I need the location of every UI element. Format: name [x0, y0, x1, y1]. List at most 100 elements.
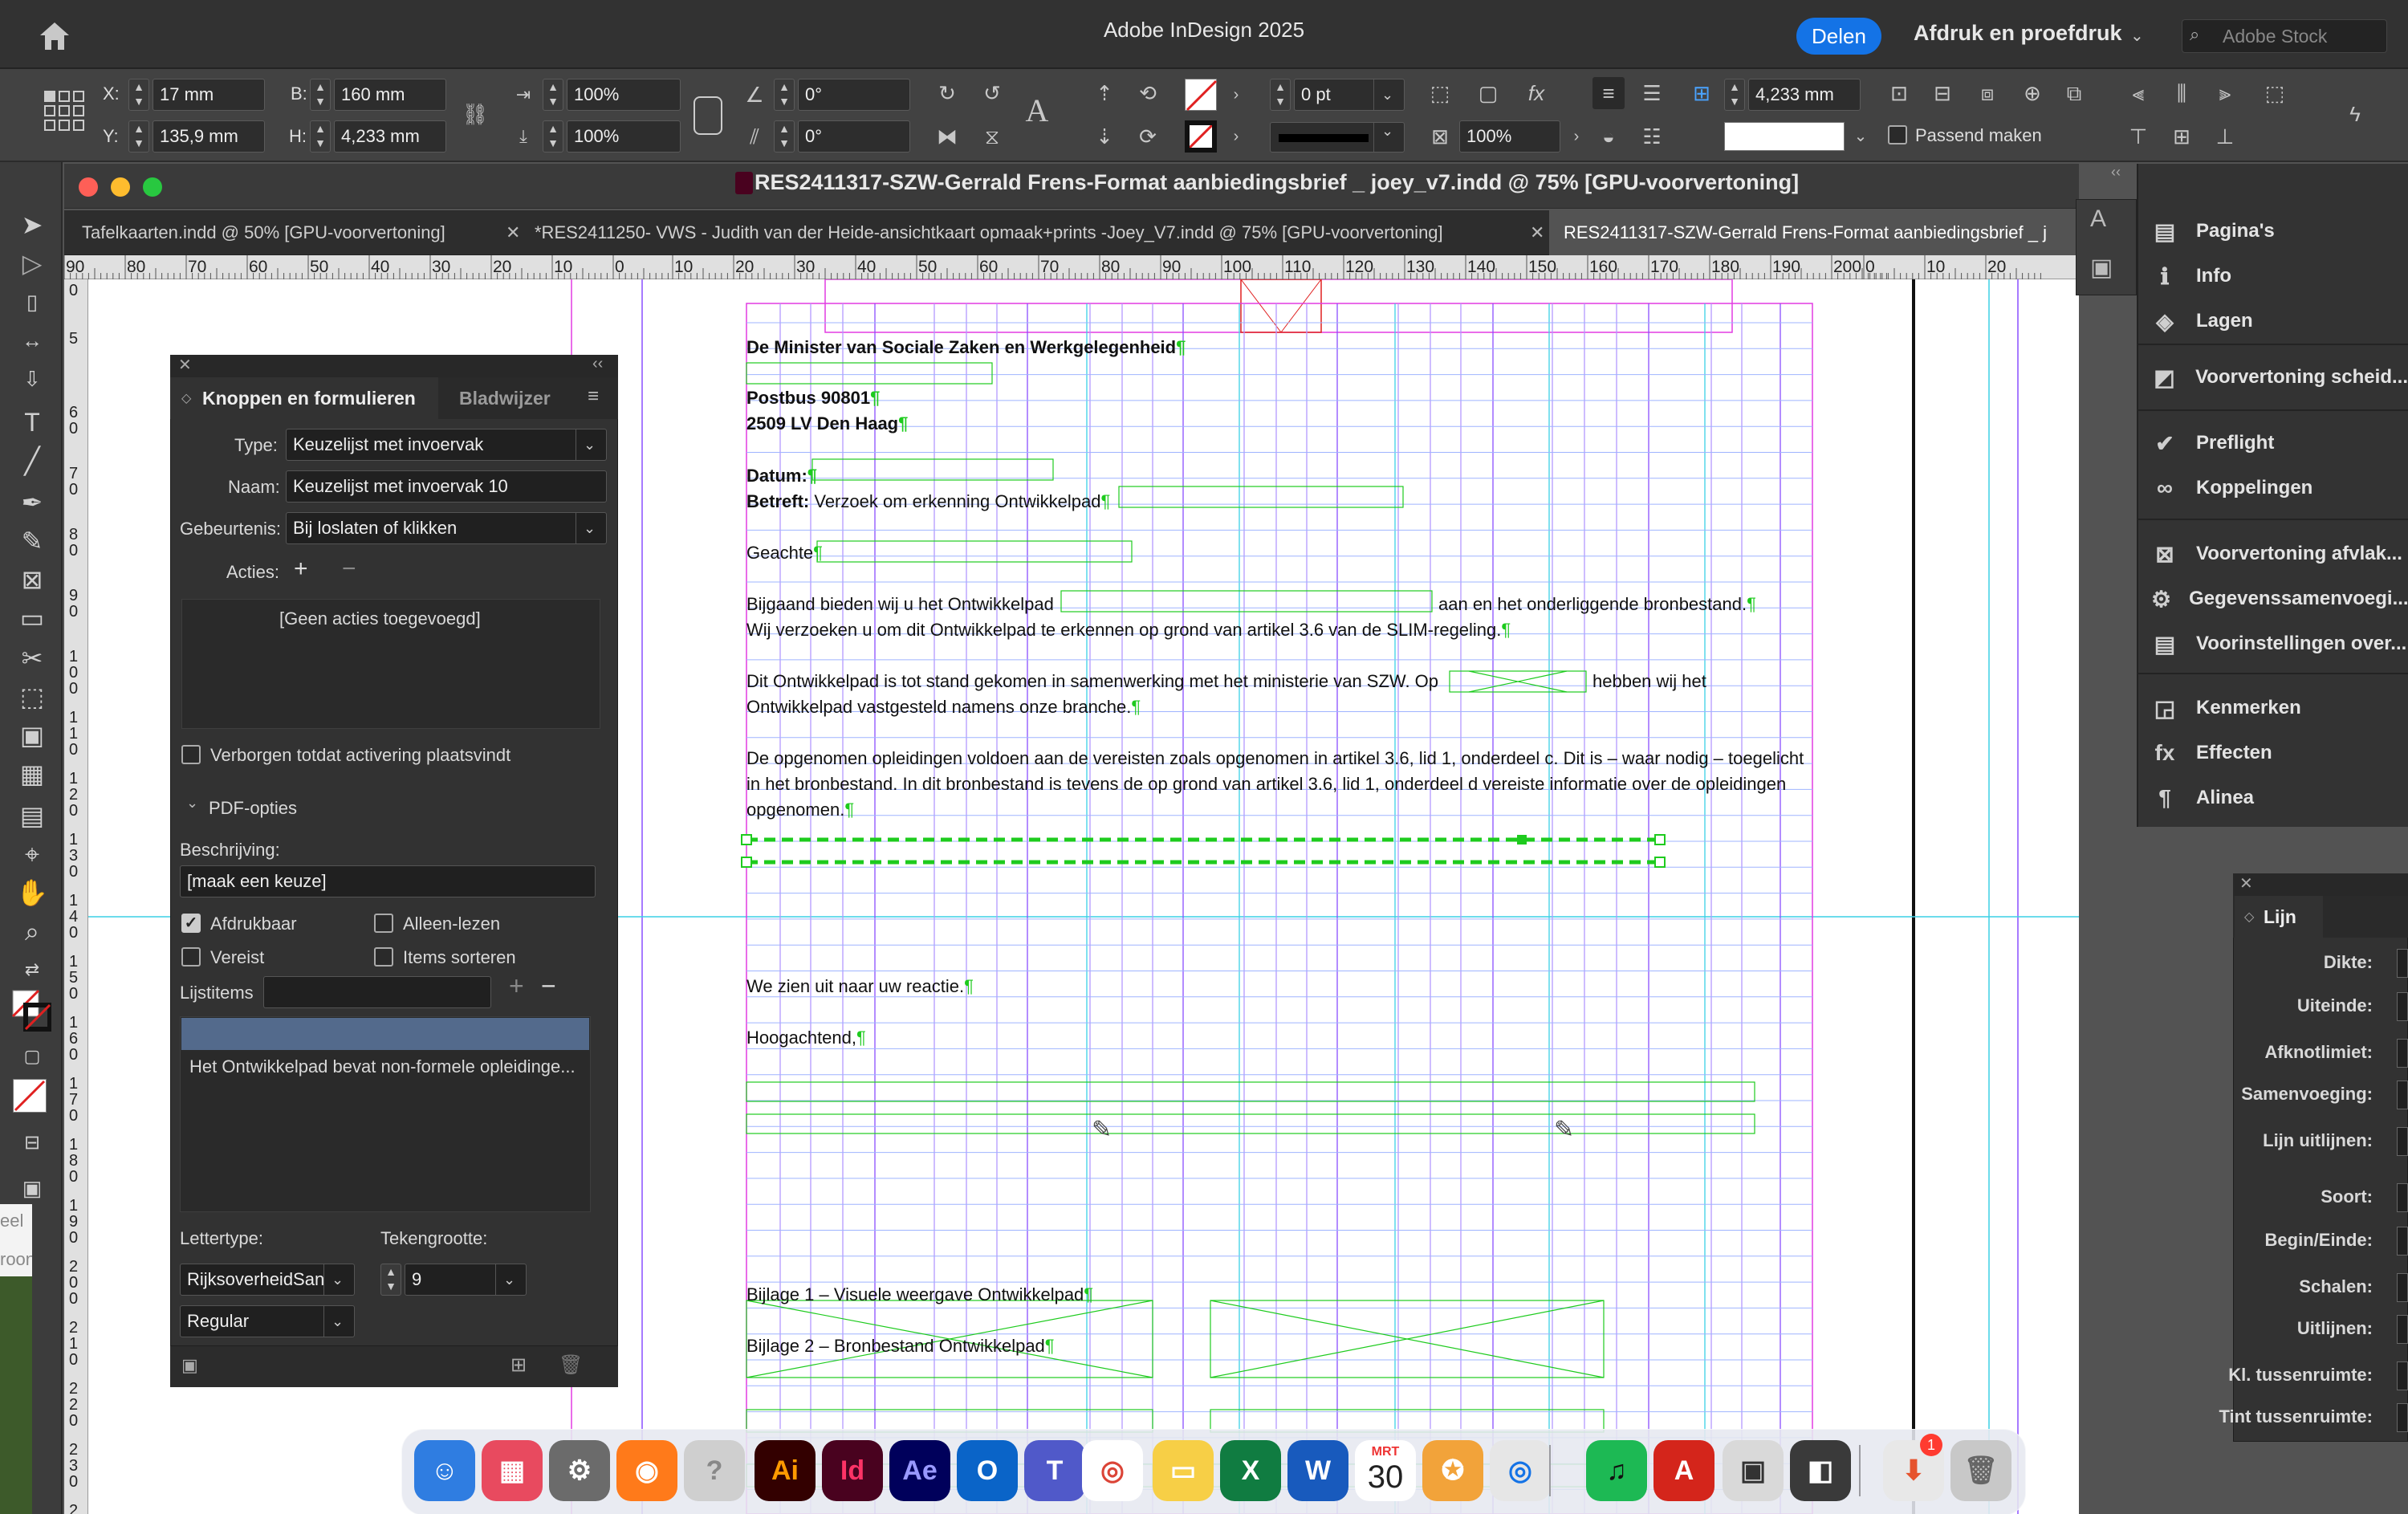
launchpad-app-icon[interactable]: ▦	[482, 1440, 543, 1501]
type-dropdown[interactable]: Keuzelijst met invoervak ⌄	[286, 429, 607, 461]
swap-fill-stroke-icon[interactable]: ⇄	[14, 952, 50, 987]
chevron-down-icon[interactable]: ⌄	[186, 795, 198, 812]
close-window-button[interactable]	[79, 177, 98, 197]
remove-list-item-icon[interactable]: −	[541, 971, 556, 1001]
opacity-dropdown-icon[interactable]: ›	[1560, 120, 1592, 153]
width-stepper[interactable]: ▲ ▼	[310, 79, 331, 111]
type-tool-icon[interactable]: T	[14, 405, 50, 440]
stroke-row-field[interactable]	[2397, 1315, 2408, 1344]
auto-fit-icon[interactable]: ≡	[1592, 77, 1625, 109]
letter-paragraph-2c[interactable]: Ontwikkelpad vastgesteld namens onze bra…	[746, 697, 1141, 718]
height-field[interactable]: 4,233 mm	[334, 120, 446, 153]
constrain-proportions-icon[interactable]: ⛓	[459, 98, 491, 130]
object-styles-icon[interactable]: ▣	[2090, 254, 2113, 282]
hand-tool-icon[interactable]: ✋	[14, 875, 50, 910]
style-dropdown[interactable]: Regular ⌄	[180, 1305, 355, 1337]
line-tool-icon[interactable]: ╱	[14, 443, 50, 478]
stroke-swatch-icon[interactable]	[1185, 120, 1217, 153]
chevron-down-icon[interactable]: ⌄	[495, 1264, 523, 1295]
share-button[interactable]: Delen	[1796, 18, 1881, 55]
rectangle-tool-icon[interactable]: ▭	[14, 600, 50, 636]
gap-tool-icon[interactable]: ↔	[14, 323, 50, 358]
finder-app-icon[interactable]: ☺	[414, 1440, 475, 1501]
software-update-app-icon[interactable]: ◧	[1790, 1440, 1851, 1501]
vertical-ruler[interactable]: 0560708090100110120130140150160170180190…	[64, 279, 88, 1514]
letter-paragraph-3b[interactable]: in het bronbestand. In dit bronbestand i…	[746, 774, 1786, 795]
shear-field[interactable]: 0°	[798, 120, 910, 153]
free-transform-tool-icon[interactable]: ⬚	[14, 679, 50, 714]
center-content-icon[interactable]: ⊕	[2016, 77, 2048, 109]
panel-menu-icon[interactable]: ≡	[588, 385, 599, 408]
letter-postbus[interactable]: Postbus 90801¶	[746, 388, 880, 409]
scale-x-field[interactable]: 100%	[567, 79, 681, 111]
scale-x-stepper[interactable]: ▲ ▼	[543, 79, 563, 111]
select-content-icon[interactable]: ⇣	[1088, 120, 1121, 153]
systeeminstellingen-app-icon[interactable]: ⚙	[549, 1440, 610, 1501]
required-checkbox[interactable]	[181, 947, 201, 967]
tab-tafelkaarten[interactable]: Tafelkaarten.indd @ 50% [GPU-voorvertoni…	[67, 210, 493, 255]
width-field[interactable]: 160 mm	[334, 79, 446, 111]
event-dropdown[interactable]: Bij loslaten of klikken ⌄	[286, 512, 607, 544]
page-tool-icon[interactable]: ▯	[14, 284, 50, 319]
help-app-icon[interactable]: ?	[684, 1440, 745, 1501]
align-middle-icon[interactable]: ⊞	[2166, 120, 2198, 153]
stroke-row-field[interactable]	[2397, 1361, 2408, 1390]
agenda-app-icon[interactable]: MRT 30	[1355, 1440, 1416, 1501]
align-center-icon[interactable]: ⫼	[2166, 77, 2198, 109]
stroke-row-field[interactable]	[2397, 1081, 2408, 1109]
stroke-row-field[interactable]	[2397, 1183, 2408, 1212]
content-collector-icon[interactable]: ⇩	[14, 361, 50, 397]
quick-actions-icon[interactable]: ϟ	[2339, 98, 2371, 130]
align-bottom-icon[interactable]: ⊥	[2209, 120, 2241, 153]
panel-datamerge[interactable]: ⚙ Gegevenssamenvoegi...	[2151, 578, 2408, 620]
character-styles-icon[interactable]: A	[2090, 206, 2106, 233]
excel-app-icon[interactable]: X	[1220, 1440, 1281, 1501]
letter-paragraph-1c[interactable]: Wij verzoeken u om dit Ontwikkelpad te e…	[746, 620, 1511, 641]
size-stepper[interactable]: ▲ ▼	[380, 1264, 401, 1296]
scissors-tool-icon[interactable]: ✂	[14, 641, 50, 676]
shear-stepper[interactable]: ▲ ▼	[774, 120, 795, 153]
stroke-weight-stepper[interactable]: ▲ ▼	[1270, 79, 1291, 111]
word-app-icon[interactable]: W	[1287, 1440, 1348, 1501]
preview-app-icon[interactable]: ▣	[1723, 1440, 1784, 1501]
minimize-window-button[interactable]	[111, 177, 130, 197]
name-field[interactable]: Keuzelijst met invoervak 10	[286, 470, 607, 503]
notities-app-icon[interactable]: ▭	[1153, 1440, 1214, 1501]
readonly-checkbox[interactable]	[374, 914, 393, 933]
direct-selection-tool-icon[interactable]: ▷	[14, 246, 50, 281]
prullenmand-app-icon[interactable]: 🗑	[1950, 1440, 2011, 1501]
align-right-icon[interactable]: ⫸	[2209, 77, 2241, 109]
align-top-icon[interactable]: ⊤	[2122, 120, 2154, 153]
stroke-type-dropdown[interactable]: ⌄	[1270, 122, 1405, 153]
dimension-field[interactable]: 4,233 mm	[1748, 79, 1861, 111]
close-panel-icon[interactable]: ✕	[2239, 873, 2253, 893]
chevron-down-icon[interactable]: ⌄	[1373, 79, 1401, 110]
wrap-options-icon[interactable]: ◒	[1592, 120, 1625, 153]
apply-none-icon[interactable]	[13, 1079, 47, 1113]
flip-horizontal-icon[interactable]: ⧓	[931, 120, 963, 153]
frame-color-swatch[interactable]	[1724, 122, 1845, 151]
formatting-container-icon[interactable]: ▢	[14, 1039, 50, 1074]
wrap-jump-icon[interactable]: ☷	[1636, 120, 1668, 153]
horizontal-ruler[interactable]: 90 80 70 60 50 40 30 20 10 0 10 20 30 40 50 60 70 80 90 100…	[63, 255, 2079, 279]
selection-tool-icon[interactable]: ➤	[14, 207, 50, 242]
letter-subject[interactable]: Betreft: Verzoek om erkenning Ontwikkelp…	[746, 491, 1110, 512]
letter-paragraph-2b[interactable]: hebben wij het	[1592, 671, 1706, 692]
chevron-down-icon[interactable]: ⌄	[1845, 120, 1877, 153]
chrome-app-icon[interactable]: ◎	[1082, 1440, 1143, 1501]
netwerk-app-icon[interactable]: ◎	[1490, 1440, 1551, 1501]
stock-search-input[interactable]: Adobe Stock	[2182, 19, 2387, 53]
printable-checkbox[interactable]: ✓	[181, 914, 201, 933]
panel-effects[interactable]: fx Effecten	[2151, 732, 2408, 774]
acrobat-app-icon[interactable]: A	[1653, 1440, 1714, 1501]
stroke-row-field[interactable]	[2397, 992, 2408, 1021]
text-frame-icon[interactable]: A	[1021, 95, 1053, 127]
tab-ansichtkaart[interactable]: *RES2411250- VWS - Judith van der Heide-…	[535, 210, 1495, 255]
close-tab-icon[interactable]: ✕	[506, 210, 520, 255]
pdf-options-label[interactable]: PDF-opties	[209, 798, 297, 819]
letter-annex-1[interactable]: Bijlage 1 – Visuele weergave Ontwikkelpa…	[746, 1284, 1093, 1305]
select-container-icon[interactable]: ⇡	[1088, 77, 1121, 109]
zoom-window-button[interactable]	[143, 177, 162, 197]
teams-app-icon[interactable]: T	[1024, 1440, 1085, 1501]
fill-dropdown-icon[interactable]: ›	[1220, 79, 1252, 111]
